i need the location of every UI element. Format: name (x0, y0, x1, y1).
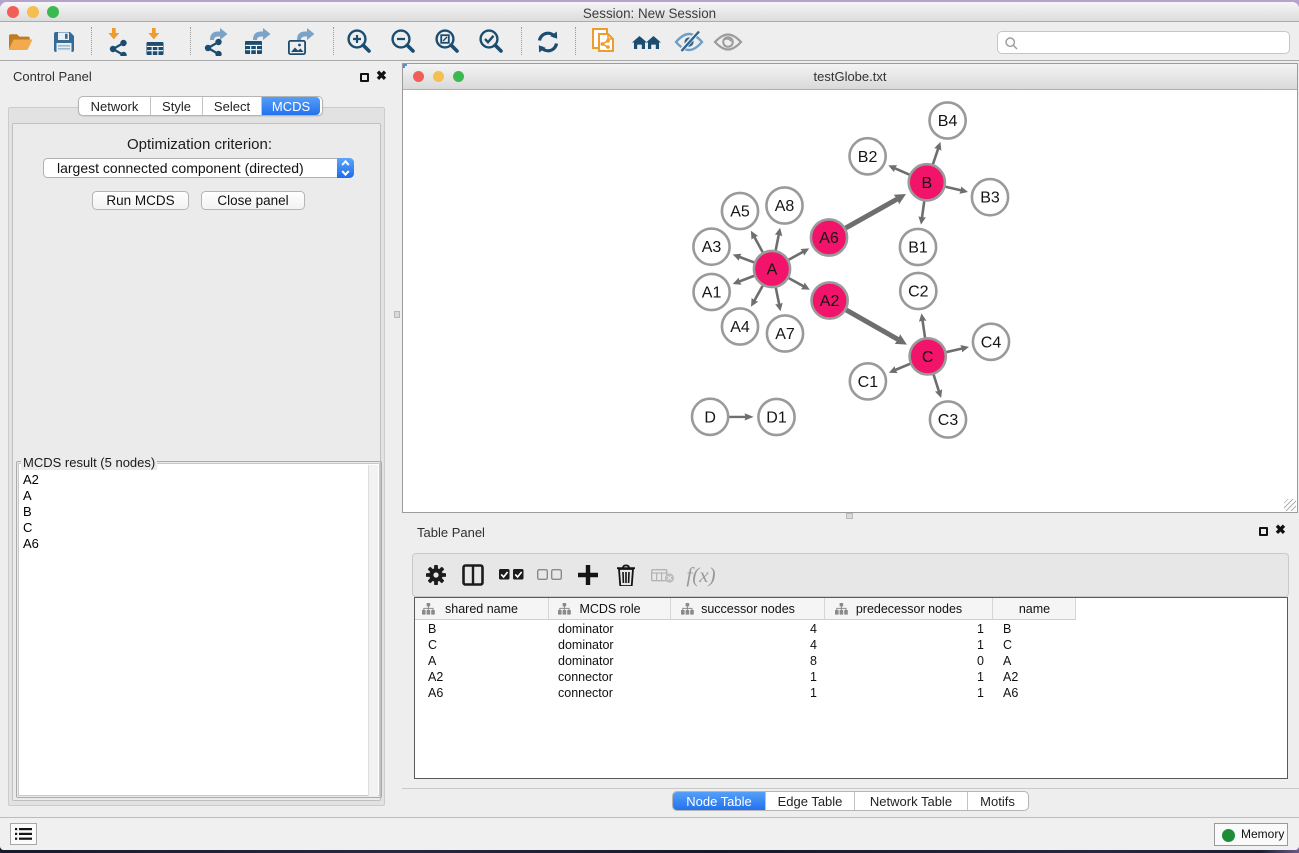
svg-text:C: C (922, 349, 934, 366)
svg-text:B1: B1 (908, 240, 928, 257)
svg-text:B3: B3 (980, 190, 1000, 207)
svg-text:B4: B4 (938, 113, 958, 130)
svg-text:A7: A7 (775, 326, 795, 343)
svg-text:A4: A4 (730, 319, 750, 336)
svg-text:C1: C1 (858, 374, 879, 391)
svg-text:C3: C3 (938, 412, 959, 429)
svg-text:B: B (921, 175, 932, 192)
svg-text:A8: A8 (775, 198, 795, 215)
svg-text:A1: A1 (702, 285, 722, 302)
svg-text:A2: A2 (820, 293, 840, 310)
svg-text:D1: D1 (766, 410, 787, 427)
svg-text:A3: A3 (702, 239, 722, 256)
svg-text:A5: A5 (730, 204, 750, 221)
svg-text:D: D (704, 409, 716, 426)
svg-text:C2: C2 (908, 284, 929, 301)
svg-text:A6: A6 (819, 230, 839, 247)
svg-text:B2: B2 (858, 149, 878, 166)
svg-text:A: A (767, 262, 778, 279)
svg-text:C4: C4 (981, 334, 1002, 351)
